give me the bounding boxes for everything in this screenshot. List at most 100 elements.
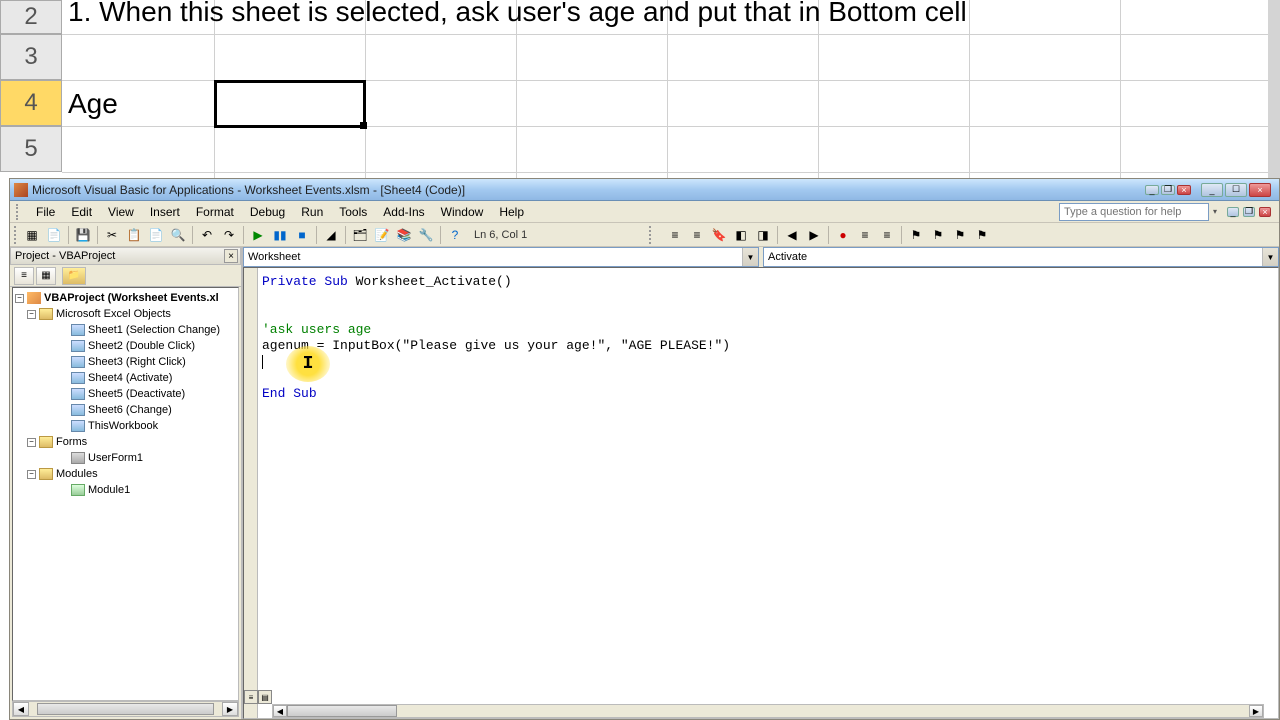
bookmark-toggle-icon[interactable]: ⚑ xyxy=(906,225,926,245)
window-minimize-icon[interactable]: _ xyxy=(1201,183,1223,197)
menu-file[interactable]: File xyxy=(28,203,63,221)
tree-userform1[interactable]: UserForm1 xyxy=(88,452,143,464)
view-excel-icon[interactable]: ▦ xyxy=(22,225,42,245)
tree-sheet6[interactable]: Sheet6 (Change) xyxy=(88,404,172,416)
row-header-4[interactable]: 4 xyxy=(0,80,62,126)
scroll-thumb[interactable] xyxy=(37,703,214,715)
window-maximize-icon[interactable]: ☐ xyxy=(1225,183,1247,197)
dropdown-arrow-icon[interactable]: ▼ xyxy=(1262,248,1278,266)
row-header-2[interactable]: 2 xyxy=(0,0,62,34)
project-explorer-icon[interactable]: 🗂 xyxy=(350,225,370,245)
vba-app-icon xyxy=(14,183,28,197)
menu-edit[interactable]: Edit xyxy=(63,203,100,221)
breakpoint-icon[interactable]: ● xyxy=(833,225,853,245)
dropdown-arrow-icon[interactable]: ▼ xyxy=(742,248,758,266)
uncomment-block-icon[interactable]: ≡ xyxy=(877,225,897,245)
scroll-right-icon[interactable]: ▶ xyxy=(222,702,238,716)
panel-close-icon[interactable]: × xyxy=(224,249,238,263)
row-header-3[interactable]: 3 xyxy=(0,34,62,80)
view-code-icon[interactable]: ≡ xyxy=(14,267,34,285)
mdi-minimize2-icon[interactable]: _ xyxy=(1227,207,1239,217)
code-editor[interactable]: Private Sub Worksheet_Activate() 'ask us… xyxy=(243,267,1279,719)
redo-icon[interactable]: ↷ xyxy=(219,225,239,245)
uncomment-icon[interactable]: ◨ xyxy=(753,225,773,245)
menu-debug[interactable]: Debug xyxy=(242,203,293,221)
reset-icon[interactable]: ■ xyxy=(292,225,312,245)
menu-addins[interactable]: Add-Ins xyxy=(375,203,432,221)
tree-module1[interactable]: Module1 xyxy=(88,484,130,496)
mdi-minimize-icon[interactable]: _ xyxy=(1145,185,1159,195)
code-scroll-right-icon[interactable]: ▶ xyxy=(1249,705,1263,717)
mdi-restore2-icon[interactable]: ❐ xyxy=(1243,207,1255,217)
find-icon[interactable]: 🔍 xyxy=(168,225,188,245)
indent-left-icon[interactable]: ≡ xyxy=(665,225,685,245)
mdi-close-icon[interactable]: × xyxy=(1177,185,1191,195)
properties-icon[interactable]: 📝 xyxy=(372,225,392,245)
bookmark-prev-icon[interactable]: ⚑ xyxy=(950,225,970,245)
tree-sheet5[interactable]: Sheet5 (Deactivate) xyxy=(88,388,185,400)
indent-right-icon[interactable]: ≡ xyxy=(687,225,707,245)
row-headers: 2 3 4 5 xyxy=(0,0,62,172)
help-dropdown-icon[interactable]: ▾ xyxy=(1213,207,1223,216)
mdi-close2-icon[interactable]: × xyxy=(1259,207,1271,217)
selected-cell-b4[interactable] xyxy=(214,80,366,128)
scroll-left-icon[interactable]: ◀ xyxy=(13,702,29,716)
save-icon[interactable]: 💾 xyxy=(73,225,93,245)
comment-block-icon[interactable]: ≡ xyxy=(855,225,875,245)
project-tree[interactable]: −VBAProject (Worksheet Events.xl −Micros… xyxy=(12,287,239,701)
tree-sheet4[interactable]: Sheet4 (Activate) xyxy=(88,372,172,384)
code-scroll-thumb[interactable] xyxy=(287,705,397,717)
bookmark-clear-icon[interactable]: ⚑ xyxy=(972,225,992,245)
object-browser-icon[interactable]: 📚 xyxy=(394,225,414,245)
task-instruction-text: 1. When this sheet is selected, ask user… xyxy=(68,0,967,28)
window-close-icon[interactable]: × xyxy=(1249,183,1271,197)
comment-icon[interactable]: ◧ xyxy=(731,225,751,245)
insert-dropdown-icon[interactable]: 📄 xyxy=(44,225,64,245)
age-label-cell: Age xyxy=(68,88,118,120)
menu-tools[interactable]: Tools xyxy=(331,203,375,221)
copy-icon[interactable]: 📋 xyxy=(124,225,144,245)
vba-titlebar[interactable]: Microsoft Visual Basic for Applications … xyxy=(10,179,1279,201)
project-hscroll[interactable]: ◀ ▶ xyxy=(12,701,239,717)
paste-icon[interactable]: 📄 xyxy=(146,225,166,245)
break-icon[interactable]: ▮▮ xyxy=(270,225,290,245)
cut-icon[interactable]: ✂ xyxy=(102,225,122,245)
outdent-icon[interactable]: ◀ xyxy=(782,225,802,245)
mdi-restore-icon[interactable]: ❐ xyxy=(1161,185,1175,195)
procedure-view-icon[interactable]: ≡ xyxy=(244,690,258,704)
tree-thisworkbook[interactable]: ThisWorkbook xyxy=(88,420,158,432)
menu-window[interactable]: Window xyxy=(433,203,492,221)
code-content[interactable]: Private Sub Worksheet_Activate() 'ask us… xyxy=(262,274,730,402)
bookmark-icon[interactable]: 🔖 xyxy=(709,225,729,245)
menu-run[interactable]: Run xyxy=(293,203,331,221)
toolbox-icon[interactable]: 🔧 xyxy=(416,225,436,245)
undo-icon[interactable]: ↶ xyxy=(197,225,217,245)
procedure-dropdown[interactable]: Activate ▼ xyxy=(763,247,1279,267)
tree-sheet3[interactable]: Sheet3 (Right Click) xyxy=(88,356,186,368)
design-mode-icon[interactable]: ◢ xyxy=(321,225,341,245)
menu-help[interactable]: Help xyxy=(491,203,532,221)
object-dropdown[interactable]: Worksheet ▼ xyxy=(243,247,759,267)
code-gutter xyxy=(244,268,258,718)
fill-handle[interactable] xyxy=(360,122,367,129)
indent-icon[interactable]: ▶ xyxy=(804,225,824,245)
row-header-5[interactable]: 5 xyxy=(0,126,62,172)
tree-sheet1[interactable]: Sheet1 (Selection Change) xyxy=(88,324,220,336)
tree-excel-objects: Microsoft Excel Objects xyxy=(56,308,171,320)
run-icon[interactable]: ▶ xyxy=(248,225,268,245)
tree-sheet2[interactable]: Sheet2 (Double Click) xyxy=(88,340,195,352)
menu-format[interactable]: Format xyxy=(188,203,242,221)
full-module-view-icon[interactable]: ▤ xyxy=(258,690,272,704)
bookmark-next-icon[interactable]: ⚑ xyxy=(928,225,948,245)
toolbar: ▦ 📄 💾 ✂ 📋 📄 🔍 ↶ ↷ ▶ ▮▮ ■ ◢ 🗂 📝 📚 🔧 ? Ln … xyxy=(10,223,1279,247)
help-search-input[interactable] xyxy=(1059,203,1209,221)
view-object-icon[interactable]: ▦ xyxy=(36,267,56,285)
vba-window-title: Microsoft Visual Basic for Applications … xyxy=(32,183,1145,197)
project-panel-header[interactable]: Project - VBAProject × xyxy=(10,247,241,265)
toggle-folders-icon[interactable]: 📁 xyxy=(62,267,86,285)
menu-view[interactable]: View xyxy=(100,203,142,221)
menu-insert[interactable]: Insert xyxy=(142,203,188,221)
code-scroll-left-icon[interactable]: ◀ xyxy=(273,705,287,717)
code-hscroll[interactable]: ◀ ▶ xyxy=(272,704,1264,718)
help-icon[interactable]: ? xyxy=(445,225,465,245)
